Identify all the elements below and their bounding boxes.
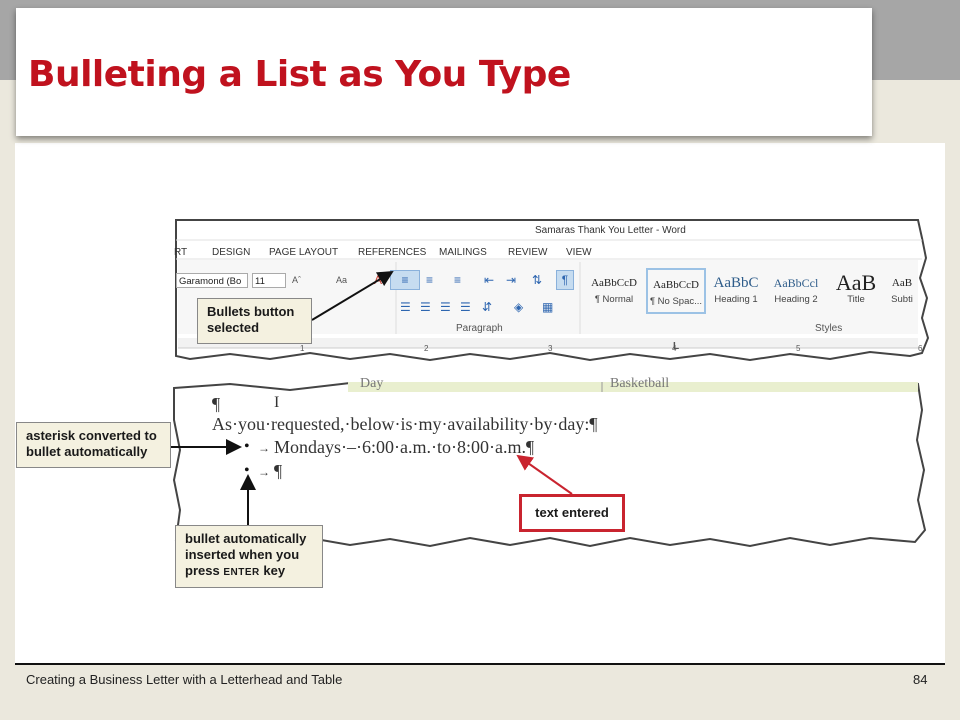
ruler-number: 5	[796, 344, 801, 353]
ruler-tab-marker: L	[673, 341, 680, 352]
style-name: Subti	[891, 294, 913, 305]
style-name: ¶ Normal	[594, 294, 634, 305]
borders-icon[interactable]: ▦	[542, 300, 553, 314]
doc-line-request[interactable]: As·you·requested,·below·is·my·availabili…	[212, 414, 598, 435]
justify-icon[interactable]: ☰	[460, 300, 471, 314]
bullet-1: •	[244, 438, 250, 455]
tab-design[interactable]: DESIGN	[212, 247, 250, 258]
tab-references[interactable]: REFERENCES	[358, 247, 426, 258]
callout-inserted-suffix: key	[263, 563, 286, 578]
paragraph-mark: ¶	[212, 394, 221, 414]
line-spacing-icon[interactable]: ⇵	[482, 300, 492, 314]
bullets-button[interactable]: ≡	[390, 270, 420, 290]
style-subtitle[interactable]: AaB Subti	[886, 268, 918, 314]
window-title: Samaras Thank You Letter - Word	[535, 225, 686, 236]
style-preview: AaBbCcD	[653, 279, 699, 291]
style-name: Heading 2	[774, 294, 818, 305]
decrease-indent-icon[interactable]: ⇤	[484, 273, 494, 287]
style-no-spacing[interactable]: AaBbCcD ¶ No Spac...	[646, 268, 706, 314]
sort-icon[interactable]: ⇅	[532, 273, 542, 287]
align-left-icon[interactable]: ☰	[400, 300, 411, 314]
slide-title: Bulleting a List as You Type	[28, 54, 571, 95]
style-preview: AaBbCcD	[591, 277, 637, 289]
enter-key-label: ENTER	[223, 567, 260, 578]
font-size-box[interactable]: 11	[252, 273, 286, 288]
style-heading-2[interactable]: AaBbCcl Heading 2	[766, 268, 826, 314]
style-name: ¶ No Spac...	[649, 296, 703, 307]
tab-rt[interactable]: RT	[174, 247, 187, 258]
style-name: Heading 1	[714, 294, 758, 305]
tab-mark-2: →	[258, 465, 270, 479]
table-peek-day: Day	[360, 376, 384, 391]
tab-view[interactable]: VIEW	[566, 247, 592, 258]
page-number: 84	[913, 672, 928, 687]
tab-mark-1: →	[258, 441, 270, 455]
bullet-2-text[interactable]: ¶	[274, 461, 282, 482]
footer-divider	[15, 663, 945, 665]
group-label-styles: Styles	[815, 323, 843, 334]
text-cursor: I	[274, 394, 280, 411]
ruler-number: 3	[548, 344, 553, 353]
callout-asterisk-converted: asterisk converted to bullet automatical…	[16, 422, 171, 468]
style-preview: AaBbCcl	[773, 276, 819, 290]
tab-mailings[interactable]: MAILINGS	[439, 247, 487, 258]
change-case-button[interactable]: Aa	[336, 275, 347, 285]
callout-text-entered: text entered	[519, 494, 625, 532]
style-heading-1[interactable]: AaBbC Heading 1	[706, 268, 766, 314]
style-preview: AaBbC	[713, 275, 759, 291]
style-preview: AaB	[891, 277, 913, 289]
shading-icon[interactable]: ◈	[514, 300, 523, 314]
grow-font-button[interactable]: Aˆ	[292, 275, 301, 285]
table-peek-basketball: Basketball	[610, 376, 670, 391]
tab-page-layout[interactable]: PAGE LAYOUT	[269, 247, 338, 258]
align-right-icon[interactable]: ☰	[440, 300, 451, 314]
ruler-number: 2	[424, 344, 429, 353]
bullet-1-text[interactable]: Mondays·–·6:00·a.m.·to·8:00·a.m.¶	[274, 437, 534, 458]
group-label-paragraph: Paragraph	[456, 323, 503, 334]
clear-formatting-icon[interactable]: A	[374, 273, 382, 287]
style-preview: AaB	[835, 270, 877, 295]
callout-bullets-selected: Bullets button selected	[197, 298, 312, 344]
style-title[interactable]: AaB Title	[826, 268, 886, 314]
numbering-icon[interactable]: ≡	[426, 273, 433, 287]
style-normal[interactable]: AaBbCcD ¶ Normal	[584, 268, 644, 314]
style-name: Title	[847, 294, 865, 305]
font-name-box[interactable]: Garamond (Bo	[176, 273, 248, 288]
show-hide-button[interactable]: ¶	[556, 270, 574, 290]
footer-text: Creating a Business Letter with a Letter…	[26, 672, 343, 687]
align-center-icon[interactable]: ☰	[420, 300, 431, 314]
tab-review[interactable]: REVIEW	[508, 247, 547, 258]
bullet-2: •	[244, 462, 250, 479]
multilevel-list-icon[interactable]: ≡	[454, 273, 461, 287]
ruler-number: 1	[300, 344, 305, 353]
increase-indent-icon[interactable]: ⇥	[506, 273, 516, 287]
ruler-number: 6	[918, 344, 923, 353]
list-bullets-icon: ≡	[401, 273, 409, 287]
word-ribbon-screenshot: Samaras Thank You Letter - Word RT DESIG…	[170, 218, 930, 368]
callout-bullet-inserted: bullet automatically inserted when you p…	[175, 525, 323, 588]
title-box: Bulleting a List as You Type	[16, 8, 872, 136]
